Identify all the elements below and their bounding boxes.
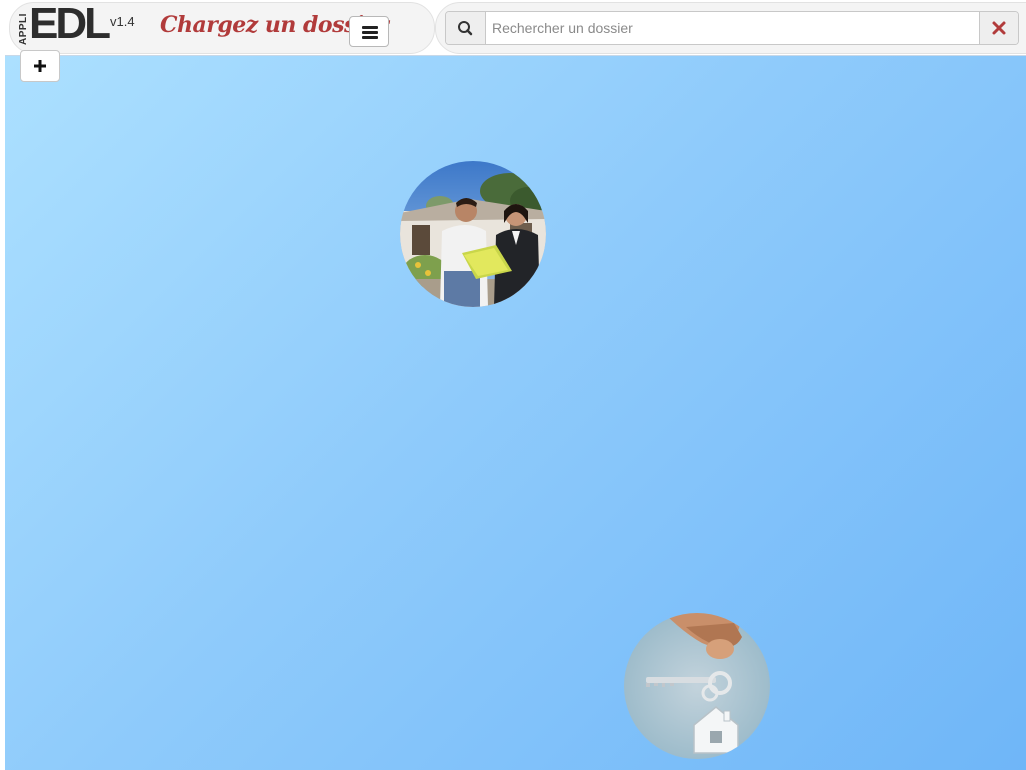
search-input[interactable] [486, 12, 980, 44]
menu-button[interactable] [349, 16, 389, 47]
search-icon [458, 21, 473, 36]
search-addon [446, 12, 486, 44]
plus-icon [34, 60, 46, 72]
photo-agents-with-folder[interactable] [400, 161, 546, 307]
dossier-canvas [5, 55, 1026, 770]
add-dossier-button[interactable] [20, 50, 60, 82]
photo-agents-icon [400, 161, 546, 307]
app-logo: APPLI EDL v1.4 [17, 0, 142, 49]
top-bar: APPLI EDL v1.4 Chargez un dossier [0, 0, 1026, 55]
photo-house-keys[interactable] [624, 613, 770, 759]
app-root: APPLI EDL v1.4 Chargez un dossier [0, 0, 1026, 770]
clear-search-button[interactable] [979, 12, 1018, 44]
logo-name: EDL [29, 0, 111, 48]
close-icon [992, 21, 1006, 35]
photo-keys-icon [624, 613, 770, 759]
search-group [445, 11, 1019, 45]
logo-prefix: APPLI [18, 13, 29, 45]
app-version: v1.4 [110, 14, 135, 29]
